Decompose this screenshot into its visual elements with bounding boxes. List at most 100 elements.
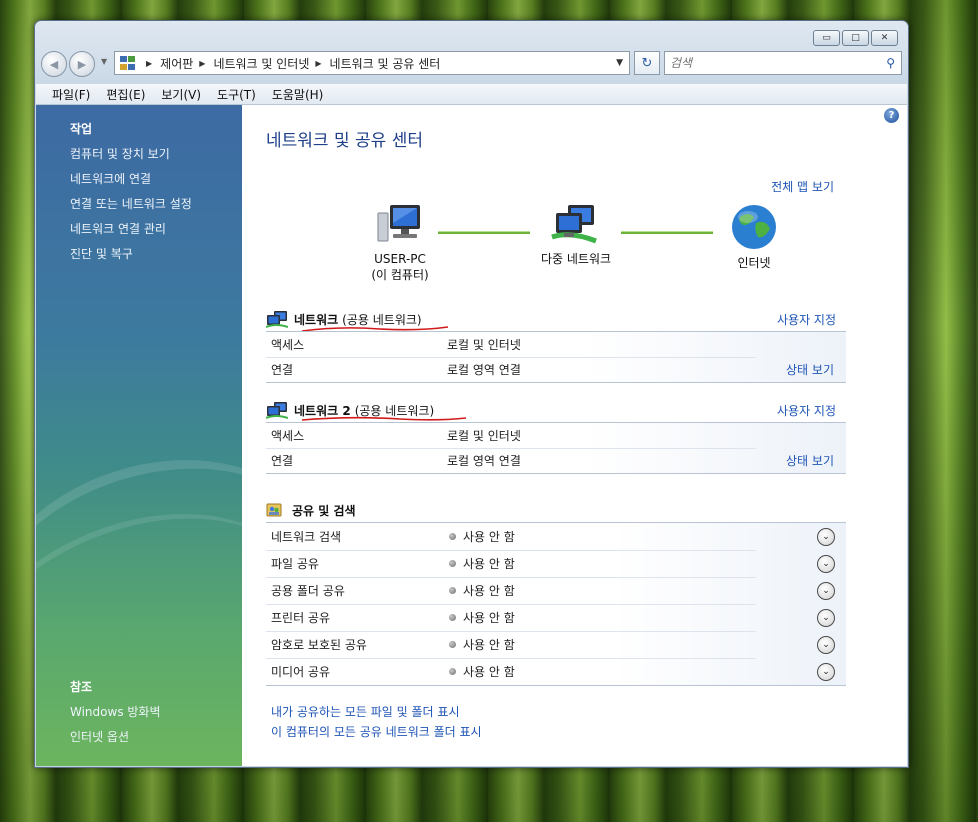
- task-manage-connections[interactable]: 네트워크 연결 관리: [70, 220, 166, 237]
- task-diagnose-repair[interactable]: 진단 및 복구: [70, 245, 133, 262]
- show-shared-files-link[interactable]: 내가 공유하는 모든 파일 및 폴더 표시: [271, 703, 460, 720]
- help-icon[interactable]: ?: [884, 108, 899, 123]
- status-off-icon: [449, 560, 456, 567]
- share-row-printer[interactable]: 프린터 공유 사용 안 함 ⌄: [266, 604, 846, 631]
- share-status: 사용 안 함: [463, 665, 515, 679]
- breadcrumb-network-internet[interactable]: 네트워크 및 인터넷: [213, 55, 309, 72]
- breadcrumb-arrow-icon[interactable]: ▶: [146, 59, 152, 68]
- windows-firewall-link[interactable]: Windows 방화벽: [70, 703, 161, 720]
- row-key: 연결: [271, 454, 294, 468]
- explorer-window: ▭ □ ✕ ◀ ▶ ▼ ▶ 제어판 ▶ 네트워크 및 인터넷 ▶ 네트워크 및 …: [34, 20, 909, 768]
- expand-chevron-icon[interactable]: ⌄: [817, 581, 835, 600]
- address-dropdown-icon[interactable]: ▼: [616, 58, 623, 68]
- computer-name: USER-PC: [374, 252, 426, 266]
- network-1-customize-link[interactable]: 사용자 지정: [777, 311, 836, 328]
- expand-chevron-icon[interactable]: ⌄: [817, 635, 835, 654]
- expand-chevron-icon[interactable]: ⌄: [817, 662, 835, 681]
- share-name: 파일 공유: [271, 557, 319, 571]
- address-bar[interactable]: ▶ 제어판 ▶ 네트워크 및 인터넷 ▶ 네트워크 및 공유 센터 ▼: [114, 51, 630, 75]
- tasks-heading: 작업: [70, 122, 93, 136]
- status-off-icon: [449, 641, 456, 648]
- main-content: ? 네트워크 및 공유 센터 전체 맵 보기 USER-PC (이 컴퓨터) 다…: [242, 105, 907, 766]
- refresh-icon: ↻: [641, 55, 653, 71]
- share-name: 프린터 공유: [271, 611, 331, 625]
- network-icon: [266, 311, 288, 328]
- map-connection-line: [438, 231, 530, 234]
- map-connection-line: [621, 231, 713, 234]
- network-1-details: 액세스 로컬 및 인터넷 연결 로컬 영역 연결 상태 보기: [266, 331, 846, 383]
- sharing-settings: 네트워크 검색 사용 안 함 ⌄ 파일 공유 사용 안 함 ⌄ 공용 폴더 공유…: [266, 522, 846, 686]
- internet-options-link[interactable]: 인터넷 옵션: [70, 728, 129, 745]
- network-icon: [266, 402, 288, 419]
- map-computer[interactable]: USER-PC (이 컴퓨터): [360, 203, 440, 283]
- share-status: 사용 안 함: [463, 638, 515, 652]
- row-key: 액세스: [271, 338, 305, 352]
- internet-label: 인터넷: [737, 256, 771, 270]
- search-box[interactable]: ⚲: [664, 51, 902, 75]
- row-value: 로컬 영역 연결: [447, 363, 521, 377]
- refresh-button[interactable]: ↻: [634, 51, 660, 75]
- menu-edit[interactable]: 편집(E): [98, 86, 153, 103]
- share-name: 미디어 공유: [271, 665, 331, 679]
- search-input[interactable]: [665, 55, 872, 71]
- breadcrumb-sharing-center[interactable]: 네트워크 및 공유 센터: [330, 55, 441, 72]
- network-2-access-row: 액세스 로컬 및 인터넷: [266, 423, 846, 448]
- show-shared-folders-link[interactable]: 이 컴퓨터의 모든 공유 네트워크 폴더 표시: [271, 723, 482, 740]
- task-setup-connection[interactable]: 연결 또는 네트워크 설정: [70, 195, 192, 212]
- share-status: 사용 안 함: [463, 584, 515, 598]
- row-key: 연결: [271, 363, 294, 377]
- task-connect-network[interactable]: 네트워크에 연결: [70, 170, 151, 187]
- share-status: 사용 안 함: [463, 530, 515, 544]
- share-row-network-discovery[interactable]: 네트워크 검색 사용 안 함 ⌄: [266, 523, 846, 550]
- share-row-public-folder[interactable]: 공용 폴더 공유 사용 안 함 ⌄: [266, 577, 846, 604]
- breadcrumb-control-panel[interactable]: 제어판: [160, 55, 193, 72]
- multiple-networks-label: 다중 네트워크: [540, 252, 612, 266]
- network-1-access-row: 액세스 로컬 및 인터넷: [266, 332, 846, 357]
- status-off-icon: [449, 587, 456, 594]
- share-row-file-sharing[interactable]: 파일 공유 사용 안 함 ⌄: [266, 550, 846, 577]
- expand-chevron-icon[interactable]: ⌄: [817, 608, 835, 627]
- maximize-button[interactable]: □: [842, 30, 869, 46]
- full-map-link[interactable]: 전체 맵 보기: [771, 178, 834, 195]
- back-arrow-icon: ◀: [49, 57, 59, 71]
- network-2-customize-link[interactable]: 사용자 지정: [777, 402, 836, 419]
- task-view-computers-devices[interactable]: 컴퓨터 및 장치 보기: [70, 145, 170, 162]
- forward-button[interactable]: ▶: [69, 51, 95, 77]
- sharing-icon: [266, 503, 282, 517]
- expand-chevron-icon[interactable]: ⌄: [817, 527, 835, 546]
- task-pane: 작업 컴퓨터 및 장치 보기 네트워크에 연결 연결 또는 네트워크 설정 네트…: [36, 105, 242, 766]
- row-value: 로컬 및 인터넷: [447, 429, 521, 443]
- breadcrumb-arrow-icon[interactable]: ▶: [315, 59, 321, 68]
- computer-sub: (이 컴퓨터): [371, 268, 429, 282]
- menu-help[interactable]: 도움말(H): [264, 86, 332, 103]
- menu-file[interactable]: 파일(F): [36, 86, 98, 103]
- status-off-icon: [449, 533, 456, 540]
- network-2-view-status-link[interactable]: 상태 보기: [786, 452, 834, 469]
- see-also-heading: 참조: [70, 680, 93, 694]
- share-name: 공용 폴더 공유: [271, 584, 345, 598]
- multiple-networks-icon: [551, 205, 597, 244]
- network-1-view-status-link[interactable]: 상태 보기: [786, 361, 834, 378]
- sharing-heading: 공유 및 검색: [292, 503, 356, 518]
- share-row-password-protected[interactable]: 암호로 보호된 공유 사용 안 함 ⌄: [266, 631, 846, 658]
- map-internet[interactable]: 인터넷: [724, 203, 784, 271]
- map-multiple-networks[interactable]: 다중 네트워크: [526, 203, 626, 267]
- menu-view[interactable]: 보기(V): [153, 86, 209, 103]
- row-value: 로컬 영역 연결: [447, 454, 521, 468]
- minimize-button[interactable]: ▭: [813, 30, 840, 46]
- share-row-media[interactable]: 미디어 공유 사용 안 함 ⌄: [266, 658, 846, 685]
- globe-icon: [732, 205, 776, 249]
- close-button[interactable]: ✕: [871, 30, 898, 46]
- expand-chevron-icon[interactable]: ⌄: [817, 554, 835, 573]
- menu-bar: 파일(F) 편집(E) 보기(V) 도구(T) 도움말(H): [36, 84, 907, 105]
- status-off-icon: [449, 614, 456, 621]
- computer-icon: [377, 205, 420, 242]
- network-2-connection-row: 연결 로컬 영역 연결 상태 보기: [266, 448, 846, 473]
- search-icon[interactable]: ⚲: [886, 56, 895, 70]
- forward-arrow-icon: ▶: [77, 57, 87, 71]
- sharing-header: 공유 및 검색: [266, 500, 846, 520]
- breadcrumb-arrow-icon[interactable]: ▶: [199, 59, 205, 68]
- menu-tools[interactable]: 도구(T): [209, 86, 264, 103]
- back-button[interactable]: ◀: [41, 51, 67, 77]
- recent-pages-dropdown[interactable]: ▼: [101, 57, 107, 66]
